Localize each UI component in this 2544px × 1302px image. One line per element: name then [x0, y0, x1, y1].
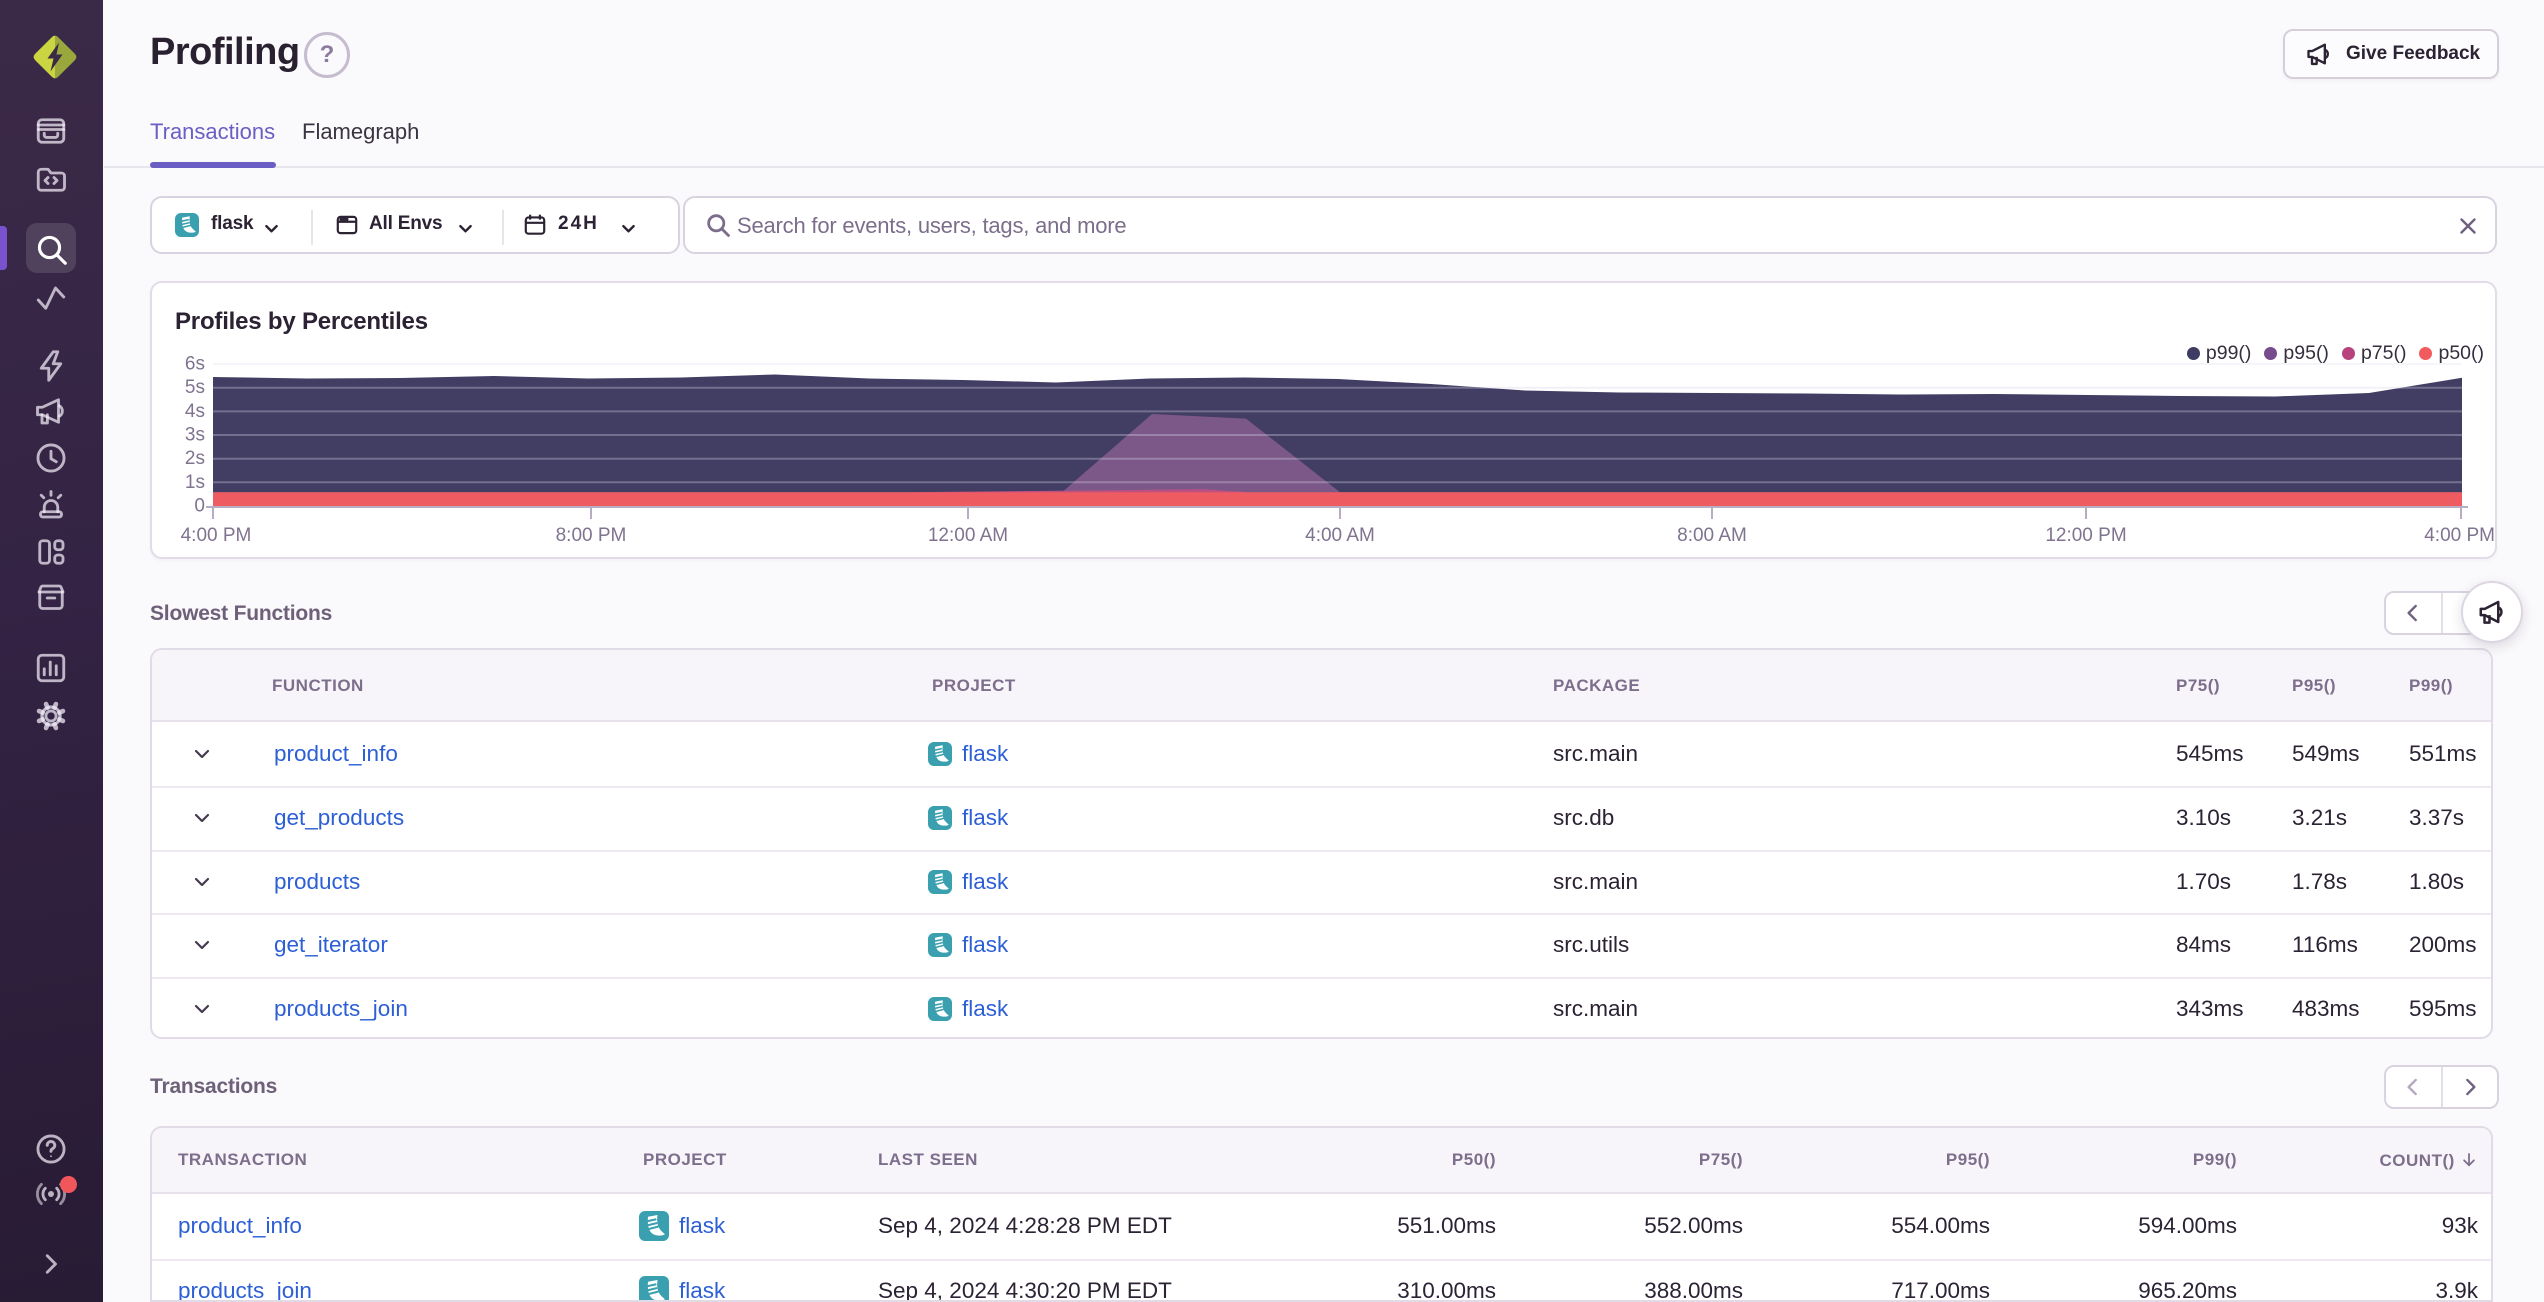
svg-text:6s: 6s	[185, 354, 205, 375]
svg-text:2s: 2s	[185, 448, 205, 469]
svg-text:12:00 AM: 12:00 AM	[928, 525, 1008, 546]
svg-text:1s: 1s	[185, 472, 205, 493]
svg-text:0: 0	[194, 496, 205, 517]
svg-text:4:00 PM: 4:00 PM	[2424, 525, 2495, 546]
svg-text:4s: 4s	[185, 401, 205, 422]
svg-text:3s: 3s	[185, 425, 205, 446]
svg-text:8:00 AM: 8:00 AM	[1677, 525, 1747, 546]
svg-text:4:00 PM: 4:00 PM	[181, 525, 252, 546]
svg-text:4:00 AM: 4:00 AM	[1305, 525, 1375, 546]
svg-text:8:00 PM: 8:00 PM	[556, 525, 627, 546]
svg-text:5s: 5s	[185, 377, 205, 398]
svg-text:12:00 PM: 12:00 PM	[2045, 525, 2126, 546]
